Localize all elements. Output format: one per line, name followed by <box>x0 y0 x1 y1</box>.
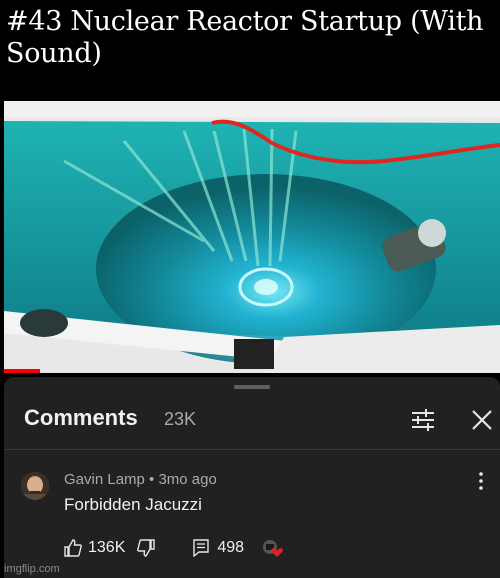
creator-heart-badge <box>262 538 284 558</box>
comment-author-meta: Gavin Lamp • 3mo ago <box>64 471 217 488</box>
like-count: 136K <box>88 539 126 556</box>
playback-progress <box>4 369 40 373</box>
thumb-down-icon <box>137 539 156 557</box>
thumb-up-icon <box>64 539 82 557</box>
comments-panel: Comments 23K Gavin Lamp • 3mo ago Forbid… <box>4 377 500 578</box>
comment-text: Forbidden Jacuzzi <box>64 495 202 514</box>
video-player[interactable] <box>4 101 500 373</box>
comment-menu-button[interactable] <box>474 471 488 491</box>
avatar-image <box>21 472 49 500</box>
like-button[interactable] <box>64 539 82 557</box>
meme-title: #43 Nuclear Reactor Startup (With Sound) <box>6 6 484 69</box>
reply-count: 498 <box>217 539 245 556</box>
dislike-button[interactable] <box>137 539 156 557</box>
sort-icon <box>412 409 434 431</box>
comment-actions: 136K 498 <box>64 537 284 559</box>
creator-heart-icon <box>263 540 283 557</box>
more-vert-icon <box>479 472 483 490</box>
close-icon <box>472 410 492 430</box>
watermark: imgflip.com <box>4 563 60 575</box>
drag-handle[interactable] <box>234 385 270 389</box>
avatar[interactable] <box>21 472 49 500</box>
reply-button[interactable] <box>193 539 210 557</box>
sort-button[interactable] <box>408 407 438 433</box>
reply-icon <box>193 539 210 557</box>
header-divider <box>4 449 500 450</box>
comments-heading: Comments <box>24 405 138 430</box>
comments-count: 23K <box>164 409 197 429</box>
reactor-pool-frame <box>4 101 500 373</box>
close-button[interactable] <box>468 407 496 433</box>
